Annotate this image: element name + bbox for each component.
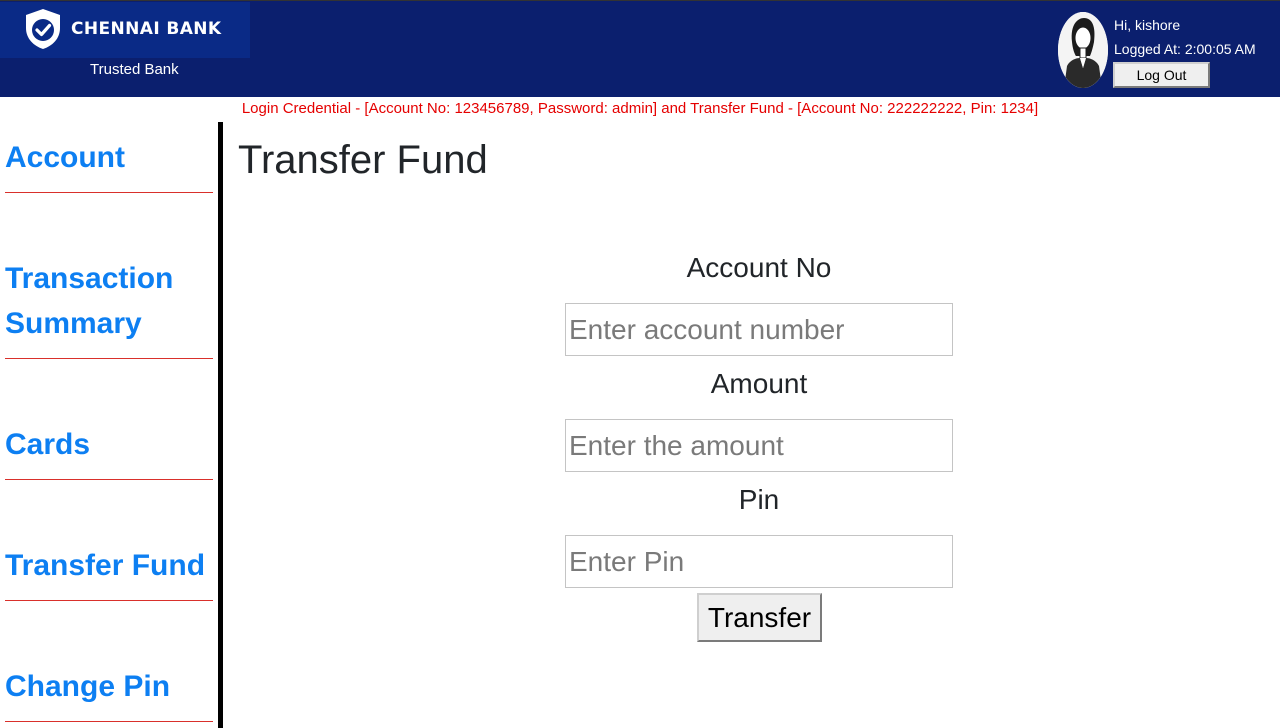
sidebar-item-account[interactable]: Account <box>5 135 213 193</box>
shield-check-icon <box>26 9 60 49</box>
page-title: Transfer Fund <box>238 138 488 182</box>
bank-tagline: Trusted Bank <box>90 61 179 78</box>
bank-name: CHENNAI BANK <box>71 19 222 39</box>
login-time: Logged At: 2:00:05 AM <box>1114 41 1256 57</box>
top-header: CHENNAI BANK Trusted Bank Hi, kishore Lo… <box>0 0 1280 97</box>
sidebar-item-change-pin[interactable]: Change Pin <box>5 664 213 722</box>
bank-logo[interactable]: CHENNAI BANK <box>0 2 250 58</box>
sidebar-item-transfer-fund[interactable]: Transfer Fund <box>5 543 213 601</box>
pin-input[interactable] <box>565 535 953 588</box>
user-avatar-icon <box>1058 12 1108 88</box>
account-no-label: Account No <box>686 252 832 283</box>
credentials-notice: Login Credential - [Account No: 12345678… <box>241 100 1039 117</box>
logout-button[interactable]: Log Out <box>1113 62 1210 88</box>
user-greeting: Hi, kishore <box>1114 17 1181 33</box>
amount-input[interactable] <box>565 419 953 472</box>
amount-label: Amount <box>710 368 808 399</box>
sidebar-nav: Account Transaction Summary Cards Transf… <box>0 122 223 728</box>
sidebar-item-transaction-summary[interactable]: Transaction Summary <box>5 256 213 359</box>
sidebar-item-cards[interactable]: Cards <box>5 422 213 480</box>
transfer-button[interactable]: Transfer <box>697 593 822 642</box>
account-number-input[interactable] <box>565 303 953 356</box>
pin-label: Pin <box>738 484 780 515</box>
